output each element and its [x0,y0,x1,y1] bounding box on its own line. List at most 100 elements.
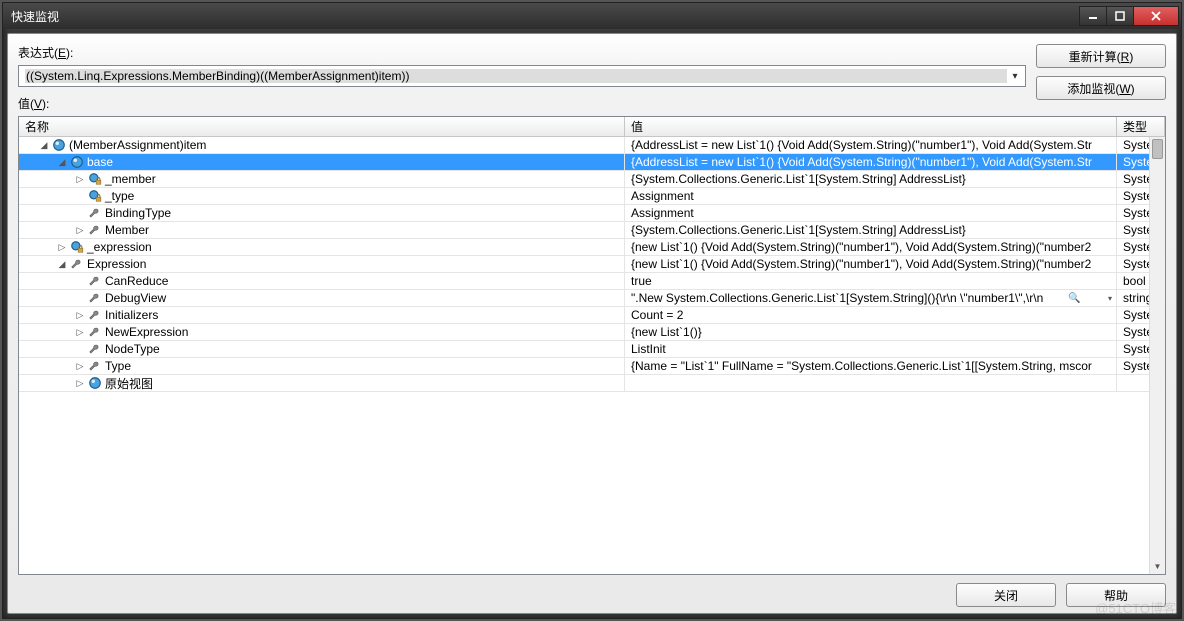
dialog-footer: 关闭 帮助 [18,575,1166,607]
add-watch-button[interactable]: 添加监视(W) [1036,76,1166,100]
visualizer-dropdown-icon[interactable]: ▾ [1108,294,1112,303]
row-name-text: NewExpression [105,325,188,339]
reevaluate-button[interactable]: 重新计算(R) [1036,44,1166,68]
row-value-cell[interactable]: {AddressList = new List`1() {Void Add(Sy… [625,154,1117,171]
row-expander-icon[interactable]: ▷ [73,308,87,322]
row-name-cell[interactable]: ◢ Expression [19,256,625,273]
row-name-text: CanReduce [105,274,168,288]
window-controls [1080,6,1179,26]
row-name-cell[interactable]: ▷Member [19,222,625,239]
expression-label: 表达式(E): [18,44,1026,61]
row-expander-icon[interactable] [73,291,87,305]
row-value-text: Count = 2 [631,308,683,322]
row-name-cell[interactable]: ▷Type [19,358,625,375]
row-expander-icon[interactable]: ▷ [73,325,87,339]
row-name-cell[interactable]: ▷_member [19,171,625,188]
row-value-cell[interactable]: ListInit [625,341,1117,358]
row-value-cell[interactable]: {AddressList = new List`1() {Void Add(Sy… [625,137,1117,154]
row-name-cell[interactable]: DebugView [19,290,625,307]
row-name-cell[interactable]: ▷ _expression [19,239,625,256]
row-value-text: {AddressList = new List`1() {Void Add(Sy… [631,155,1092,169]
col-header-type[interactable]: 类型 [1117,117,1165,137]
row-value-cell[interactable]: Count = 2 [625,307,1117,324]
client-area: 表达式(E): ((System.Linq.Expressions.Member… [7,33,1177,614]
row-name-text: (MemberAssignment)item [69,138,206,152]
row-expander-icon[interactable] [73,206,87,220]
scroll-down-icon[interactable]: ▼ [1150,558,1165,574]
row-value-cell[interactable] [625,375,1117,392]
row-value-cell[interactable]: {Name = "List`1" FullName = "System.Coll… [625,358,1117,375]
row-expander-icon[interactable]: ▷ [73,172,87,186]
col-header-name[interactable]: 名称 [19,117,625,137]
col-header-value[interactable]: 值 [625,117,1117,137]
obj-icon [52,138,66,152]
expression-dropdown-icon[interactable]: ▾ [1007,71,1023,82]
row-value-text: {new List`1() {Void Add(System.String)("… [631,240,1091,254]
scroll-thumb[interactable] [1152,139,1163,159]
minimize-button[interactable] [1079,6,1107,26]
row-name-cell[interactable]: CanReduce [19,273,625,290]
lock-icon [88,172,102,186]
magnifier-icon[interactable]: 🔍 [1069,293,1081,304]
close-button[interactable]: 关闭 [956,583,1056,607]
row-value-cell[interactable]: {System.Collections.Generic.List`1[Syste… [625,222,1117,239]
wrench-icon [70,257,84,271]
row-name-cell[interactable]: ▷原始视图 [19,375,625,392]
row-name-text: _expression [87,240,152,254]
vertical-scrollbar[interactable]: ▲ ▼ [1149,137,1165,574]
row-name-cell[interactable]: BindingType [19,205,625,222]
row-name-cell[interactable]: ▷Initializers [19,307,625,324]
row-expander-icon[interactable] [73,189,87,203]
row-value-cell[interactable]: ".New System.Collections.Generic.List`1[… [625,290,1117,307]
row-value-cell[interactable]: {new List`1() {Void Add(System.String)("… [625,239,1117,256]
row-name-cell[interactable]: _type [19,188,625,205]
row-value-cell[interactable]: {new List`1()} [625,324,1117,341]
value-label: 值(V): [18,95,1026,112]
lock-icon [70,240,84,254]
wrench-icon [88,325,102,339]
row-name-text: base [87,155,113,169]
row-expander-icon[interactable]: ▷ [73,376,87,390]
wrench-icon [88,359,102,373]
row-name-cell[interactable]: ◢ base [19,154,625,171]
row-name-cell[interactable]: ▷ NewExpression [19,324,625,341]
row-name-text: BindingType [105,206,171,220]
row-name-cell[interactable]: NodeType [19,341,625,358]
row-expander-icon[interactable] [73,342,87,356]
row-name-cell[interactable]: ◢ (MemberAssignment)item [19,137,625,154]
row-value-text: Assignment [631,189,694,203]
row-expander-icon[interactable]: ▷ [55,240,69,254]
row-value-cell[interactable]: Assignment [625,188,1117,205]
expression-input[interactable]: ((System.Linq.Expressions.MemberBinding)… [18,65,1026,87]
quickwatch-window: 快速监视 表达式(E): ((System.Linq.Expressions.M… [2,2,1182,619]
wrench-icon [88,291,102,305]
row-value-cell[interactable]: Assignment [625,205,1117,222]
row-value-cell[interactable]: {new List`1() {Void Add(System.String)("… [625,256,1117,273]
obj-icon [70,155,84,169]
row-expander-icon[interactable]: ◢ [55,155,69,169]
titlebar[interactable]: 快速监视 [3,3,1181,29]
row-expander-icon[interactable]: ▷ [73,223,87,237]
watch-grid[interactable]: 名称 值 类型 ◢(MemberAssignment)item{AddressL… [18,116,1166,575]
close-window-button[interactable] [1133,6,1179,26]
window-title: 快速监视 [3,8,1080,25]
row-name-text: DebugView [105,291,166,305]
row-value-cell[interactable]: true [625,273,1117,290]
wrench-icon [88,308,102,322]
row-name-text: Expression [87,257,146,271]
row-name-text: NodeType [105,342,160,356]
row-value-text: Assignment [631,206,694,220]
maximize-button[interactable] [1106,6,1134,26]
row-expander-icon[interactable] [73,274,87,288]
row-expander-icon[interactable]: ◢ [55,257,69,271]
row-value-text: {Name = "List`1" FullName = "System.Coll… [631,359,1092,373]
row-value-cell[interactable]: {System.Collections.Generic.List`1[Syste… [625,171,1117,188]
row-name-text: _type [105,189,134,203]
row-expander-icon[interactable]: ◢ [37,138,51,152]
wrench-icon [88,274,102,288]
row-value-text: ListInit [631,342,666,356]
help-button[interactable]: 帮助 [1066,583,1166,607]
obj-icon [88,376,102,390]
row-value-text: ".New System.Collections.Generic.List`1[… [631,291,1043,305]
row-expander-icon[interactable]: ▷ [73,359,87,373]
